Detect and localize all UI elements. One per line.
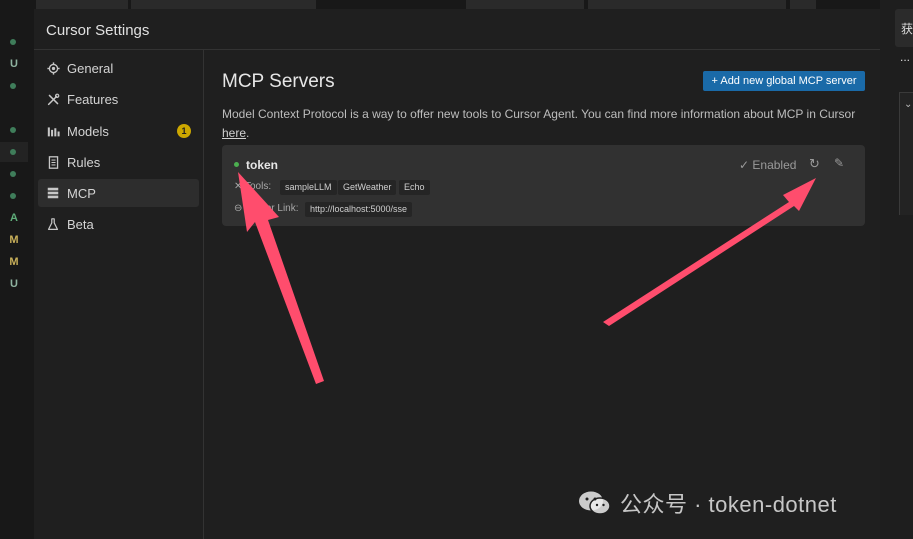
description: Model Context Protocol is a way to offer… xyxy=(222,105,872,143)
server-name: token xyxy=(246,158,279,172)
refresh-icon[interactable]: ↻ xyxy=(809,156,820,172)
check-icon: ✓ xyxy=(739,158,750,172)
description-text: Model Context Protocol is a way to offer… xyxy=(222,107,856,121)
panel-glyph: 获 xyxy=(901,22,913,36)
watermark-text: 公众号 · token-dotnet xyxy=(620,492,837,517)
wechat-icon xyxy=(579,491,611,515)
docs-link[interactable]: here xyxy=(222,126,246,140)
status-dot xyxy=(10,171,16,177)
editor-tab[interactable] xyxy=(790,0,816,9)
gear-icon xyxy=(46,61,60,75)
page-title: MCP Servers xyxy=(222,71,335,92)
sidebar-item-features[interactable]: Features xyxy=(38,85,199,113)
settings-window: Cursor Settings General Features Models … xyxy=(34,9,880,539)
enabled-toggle[interactable]: ✓ Enabled xyxy=(739,158,796,172)
activity-letter: M xyxy=(9,234,19,246)
tools-label: Tools: xyxy=(245,181,272,192)
activity-letter: U xyxy=(10,58,18,70)
status-dot xyxy=(10,193,16,199)
editor-tab[interactable] xyxy=(466,0,584,9)
description-end: . xyxy=(246,126,250,140)
notification-badge: 1 xyxy=(177,124,191,138)
status-dot xyxy=(10,127,16,133)
sidebar-item-mcp[interactable]: MCP xyxy=(38,179,199,207)
editor-tab[interactable] xyxy=(588,0,786,9)
sidebar-item-label: MCP xyxy=(67,185,96,201)
enabled-label: Enabled xyxy=(752,158,797,172)
sidebar-item-rules[interactable]: Rules xyxy=(38,148,199,176)
divider xyxy=(34,49,880,50)
tool-chip: sampleLLM xyxy=(280,180,337,195)
tools-icon xyxy=(46,92,60,106)
divider xyxy=(203,50,204,539)
status-indicator xyxy=(234,162,239,167)
sidebar-item-label: Models xyxy=(67,123,109,139)
editor-tab-strip xyxy=(0,0,880,9)
server-icon xyxy=(46,186,60,200)
more-icon[interactable]: ... xyxy=(900,50,910,64)
sidebar-item-models[interactable]: Models 1 xyxy=(38,117,199,145)
side-panel-tab[interactable]: 获 xyxy=(895,9,913,47)
tools-icon: ✕ xyxy=(234,181,243,192)
status-dot xyxy=(10,149,16,155)
server-link-label: Server Link: xyxy=(245,203,299,214)
sidebar-item-beta[interactable]: Beta xyxy=(38,210,199,238)
chevron-icon[interactable]: ⌄ xyxy=(904,99,912,110)
server-link-row: ⊖ Server Link: xyxy=(234,203,299,214)
mcp-server-card: token ✓ Enabled ↻ ✎ ✕ Tools: sampleLLM G… xyxy=(222,145,865,226)
status-dot xyxy=(10,39,16,45)
tool-chip: GetWeather xyxy=(338,180,397,195)
watermark: 公众号 · token-dotnet xyxy=(578,487,837,519)
edit-pencil-icon[interactable]: ✎ xyxy=(834,156,844,170)
add-mcp-server-button[interactable]: + Add new global MCP server xyxy=(703,71,865,91)
status-dot xyxy=(10,83,16,89)
server-link-value[interactable]: http://localhost:5000/sse xyxy=(305,202,413,217)
side-panel: ⌄ xyxy=(899,92,913,215)
sidebar-item-label: Beta xyxy=(67,216,94,232)
activity-letter: A xyxy=(10,212,18,224)
sidebar-item-label: General xyxy=(67,60,114,76)
activity-letter: M xyxy=(9,256,19,268)
sidebar-item-label: Features xyxy=(67,91,119,107)
editor-tab[interactable] xyxy=(36,0,128,9)
tool-chip: Echo xyxy=(399,180,430,195)
document-icon xyxy=(46,155,60,169)
window-title: Cursor Settings xyxy=(46,22,150,39)
sidebar-item-general[interactable]: General xyxy=(38,54,199,82)
link-icon: ⊖ xyxy=(234,203,243,214)
flask-icon xyxy=(46,217,60,231)
chart-icon xyxy=(46,124,60,138)
editor-tab[interactable] xyxy=(131,0,316,9)
activity-bar: U A M M U xyxy=(0,9,34,539)
activity-letter: U xyxy=(10,278,18,290)
sidebar-item-label: Rules xyxy=(67,154,101,170)
tools-row: ✕ Tools: xyxy=(234,181,271,192)
